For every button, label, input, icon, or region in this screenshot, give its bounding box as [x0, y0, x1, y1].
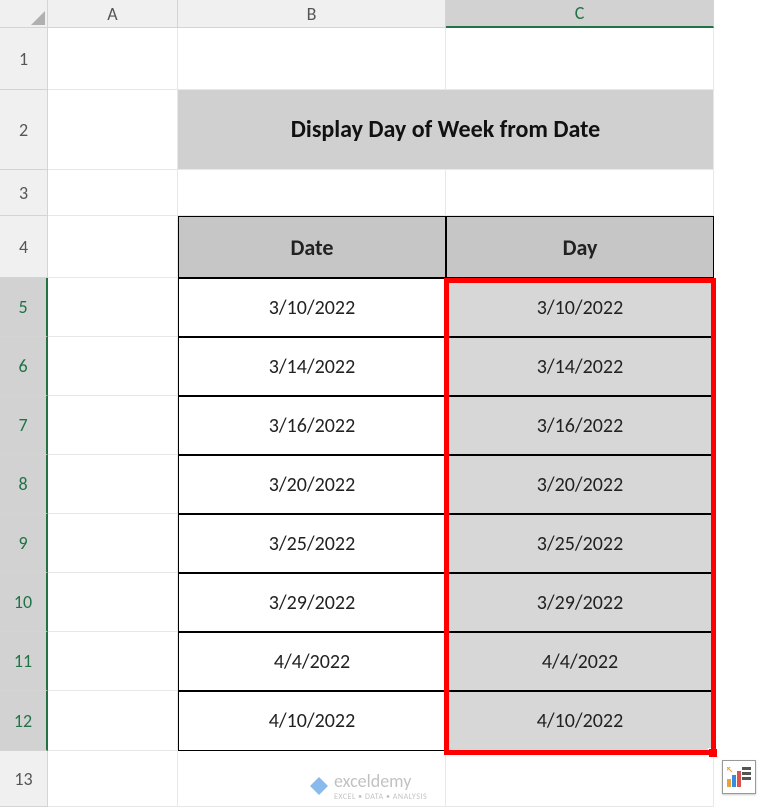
spreadsheet-grid: A B C 1 2 Display Day of Week from Date …	[0, 0, 714, 807]
row-header-6[interactable]: 6	[0, 337, 48, 396]
row-header-7[interactable]: 7	[0, 396, 48, 455]
row-header-8[interactable]: 8	[0, 455, 48, 514]
cell-a6[interactable]	[48, 337, 178, 396]
cell-c13[interactable]	[446, 751, 714, 807]
cell-c9[interactable]: 3/25/2022	[446, 514, 714, 573]
cell-a5[interactable]	[48, 278, 178, 337]
cell-b11[interactable]: 4/4/2022	[178, 632, 446, 691]
row-header-4[interactable]: 4	[0, 216, 48, 278]
row-header-12[interactable]: 12	[0, 691, 48, 751]
cell-b8[interactable]: 3/20/2022	[178, 455, 446, 514]
cell-c1[interactable]	[446, 28, 714, 90]
select-all-corner[interactable]	[0, 0, 48, 28]
cell-b7[interactable]: 3/16/2022	[178, 396, 446, 455]
row-header-1[interactable]: 1	[0, 28, 48, 90]
cell-a7[interactable]	[48, 396, 178, 455]
row-header-10[interactable]: 10	[0, 573, 48, 632]
col-header-c[interactable]: C	[446, 0, 714, 28]
cell-b12[interactable]: 4/10/2022	[178, 691, 446, 751]
cell-a2[interactable]	[48, 90, 178, 170]
cell-c5[interactable]: 3/10/2022	[446, 278, 714, 337]
cell-a3[interactable]	[48, 170, 178, 216]
row-header-11[interactable]: 11	[0, 632, 48, 691]
cell-a1[interactable]	[48, 28, 178, 90]
cell-a13[interactable]	[48, 751, 178, 807]
cell-b6[interactable]: 3/14/2022	[178, 337, 446, 396]
cell-b3[interactable]	[178, 170, 446, 216]
cell-c8[interactable]: 3/20/2022	[446, 455, 714, 514]
cell-a12[interactable]	[48, 691, 178, 751]
row-header-5[interactable]: 5	[0, 278, 48, 337]
col-header-b[interactable]: B	[178, 0, 446, 28]
cell-a4[interactable]	[48, 216, 178, 278]
cell-a10[interactable]	[48, 573, 178, 632]
cell-b9[interactable]: 3/25/2022	[178, 514, 446, 573]
row-header-3[interactable]: 3	[0, 170, 48, 216]
title-cell[interactable]: Display Day of Week from Date	[178, 90, 714, 170]
col-header-a[interactable]: A	[48, 0, 178, 28]
cell-c12[interactable]: 4/10/2022	[446, 691, 714, 751]
cell-a11[interactable]	[48, 632, 178, 691]
cell-c7[interactable]: 3/16/2022	[446, 396, 714, 455]
cell-c6[interactable]: 3/14/2022	[446, 337, 714, 396]
cell-b5[interactable]: 3/10/2022	[178, 278, 446, 337]
quick-analysis-icon[interactable]	[722, 760, 756, 794]
cell-b10[interactable]: 3/29/2022	[178, 573, 446, 632]
row-header-2[interactable]: 2	[0, 90, 48, 170]
header-date[interactable]: Date	[178, 216, 446, 278]
header-day[interactable]: Day	[446, 216, 714, 278]
cell-c3[interactable]	[446, 170, 714, 216]
cell-b1[interactable]	[178, 28, 446, 90]
cell-a8[interactable]	[48, 455, 178, 514]
cell-b13[interactable]	[178, 751, 446, 807]
row-header-13[interactable]: 13	[0, 751, 48, 807]
fill-handle[interactable]	[708, 748, 718, 758]
cell-c11[interactable]: 4/4/2022	[446, 632, 714, 691]
row-header-9[interactable]: 9	[0, 514, 48, 573]
cell-a9[interactable]	[48, 514, 178, 573]
cell-c10[interactable]: 3/29/2022	[446, 573, 714, 632]
